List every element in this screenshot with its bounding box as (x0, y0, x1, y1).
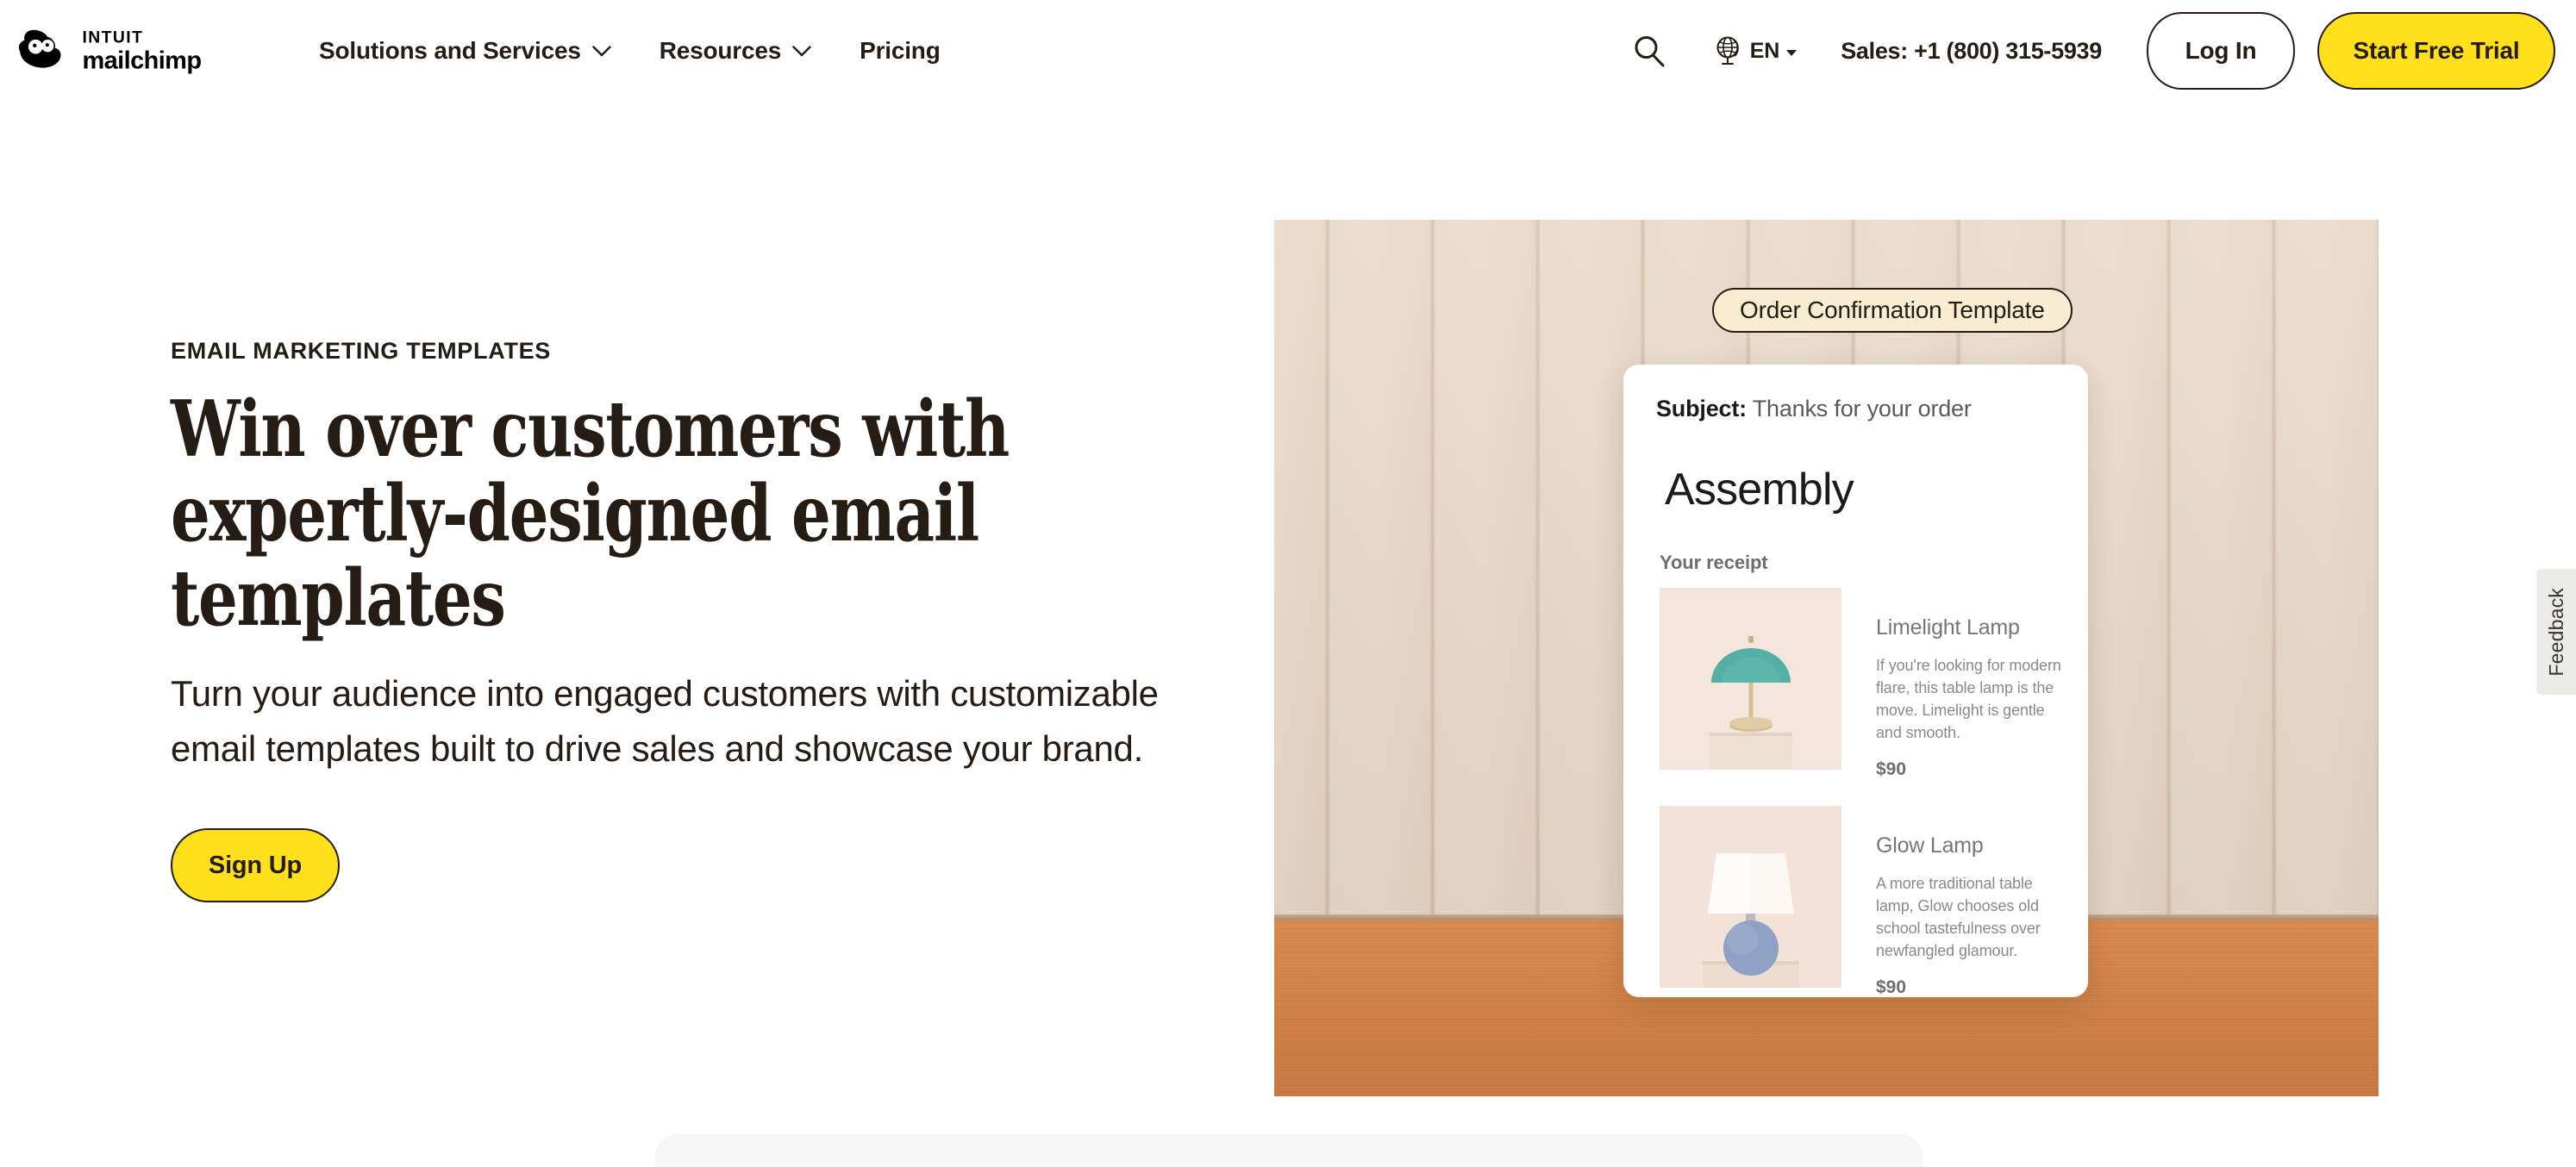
caret-down-icon (1786, 49, 1798, 56)
product-description: A more traditional table lamp, Glow choo… (1876, 875, 2041, 959)
header-utility-bar: EN Sales: +1 (800) 315-5939 Log In Start… (1622, 12, 2555, 90)
language-selector[interactable]: EN (1701, 26, 1810, 76)
product-row: Limelight Lamp If you're looking for mod… (1660, 588, 2088, 780)
product-price: $90 (1876, 977, 1907, 997)
email-preview-card: Subject: Thanks for your order Assembly … (1623, 365, 2088, 997)
mailchimp-wordmark: INTUIT mailchimp (82, 28, 202, 74)
email-subject-value: Thanks for your order (1752, 396, 1972, 421)
hero-eyebrow: EMAIL MARKETING TEMPLATES (171, 338, 551, 364)
product-description: If you're looking for modern flare, this… (1876, 657, 2061, 741)
globe-icon (1716, 36, 1739, 65)
mailchimp-freddie-icon (18, 29, 61, 68)
nav-item-pricing[interactable]: Pricing (835, 28, 965, 73)
page-title: Win over customers with expertly-designe… (171, 384, 1010, 644)
nav-label: Resources (659, 37, 782, 64)
nav-label: Solutions and Services (319, 37, 581, 64)
search-button[interactable] (1622, 23, 1677, 78)
hero-content: EMAIL MARKETING TEMPLATES Win over custo… (171, 338, 1188, 902)
log-in-button[interactable]: Log In (2147, 12, 2295, 90)
sign-up-button[interactable]: Sign Up (171, 828, 340, 902)
svg-text:INTUIT: INTUIT (82, 28, 143, 47)
site-header: INTUIT mailchimp Solutions and Services … (0, 0, 2576, 102)
chevron-down-icon (592, 45, 611, 56)
template-badge[interactable]: Order Confirmation Template (1712, 288, 2073, 333)
nav-label: Pricing (860, 37, 941, 64)
product-name: Limelight Lamp (1876, 615, 2020, 640)
primary-navigation: Solutions and Services Resources Pricing (295, 28, 965, 73)
nav-item-solutions-and-services[interactable]: Solutions and Services (295, 28, 635, 73)
product-details: Limelight Lamp If you're looking for mod… (1876, 588, 2074, 780)
product-name: Glow Lamp (1876, 833, 1984, 858)
mailchimp-logo[interactable]: INTUIT mailchimp (16, 24, 250, 78)
svg-text:mailchimp: mailchimp (82, 47, 201, 74)
search-icon (1635, 36, 1665, 67)
feedback-tab-label: Feedback (2544, 587, 2567, 677)
chevron-down-icon (792, 45, 811, 56)
product-price: $90 (1876, 759, 1907, 779)
product-details: Glow Lamp A more traditional table lamp,… (1876, 806, 2074, 997)
blue-base-lamp-icon (1660, 806, 1841, 988)
sales-phone[interactable]: Sales: +1 (800) 315-5939 (1841, 38, 2102, 65)
email-subject-line: Subject: Thanks for your order (1656, 396, 2088, 422)
product-image-limelight-lamp (1660, 588, 1841, 770)
start-free-trial-button[interactable]: Start Free Trial (2317, 12, 2555, 90)
product-image-glow-lamp (1660, 806, 1841, 988)
product-row: Glow Lamp A more traditional table lamp,… (1660, 806, 2088, 997)
teal-dome-lamp-icon (1660, 588, 1841, 770)
nav-item-resources[interactable]: Resources (635, 28, 835, 73)
email-brand-name: Assembly (1665, 465, 1854, 515)
email-subject-label: Subject: (1656, 396, 1747, 421)
next-section-peek (655, 1134, 1923, 1167)
language-code: EN (1749, 38, 1780, 63)
hero-subtitle: Turn your audience into engaged customer… (171, 673, 1159, 769)
receipt-heading: Your receipt (1660, 552, 1768, 573)
feedback-tab[interactable]: Feedback (2536, 569, 2576, 695)
